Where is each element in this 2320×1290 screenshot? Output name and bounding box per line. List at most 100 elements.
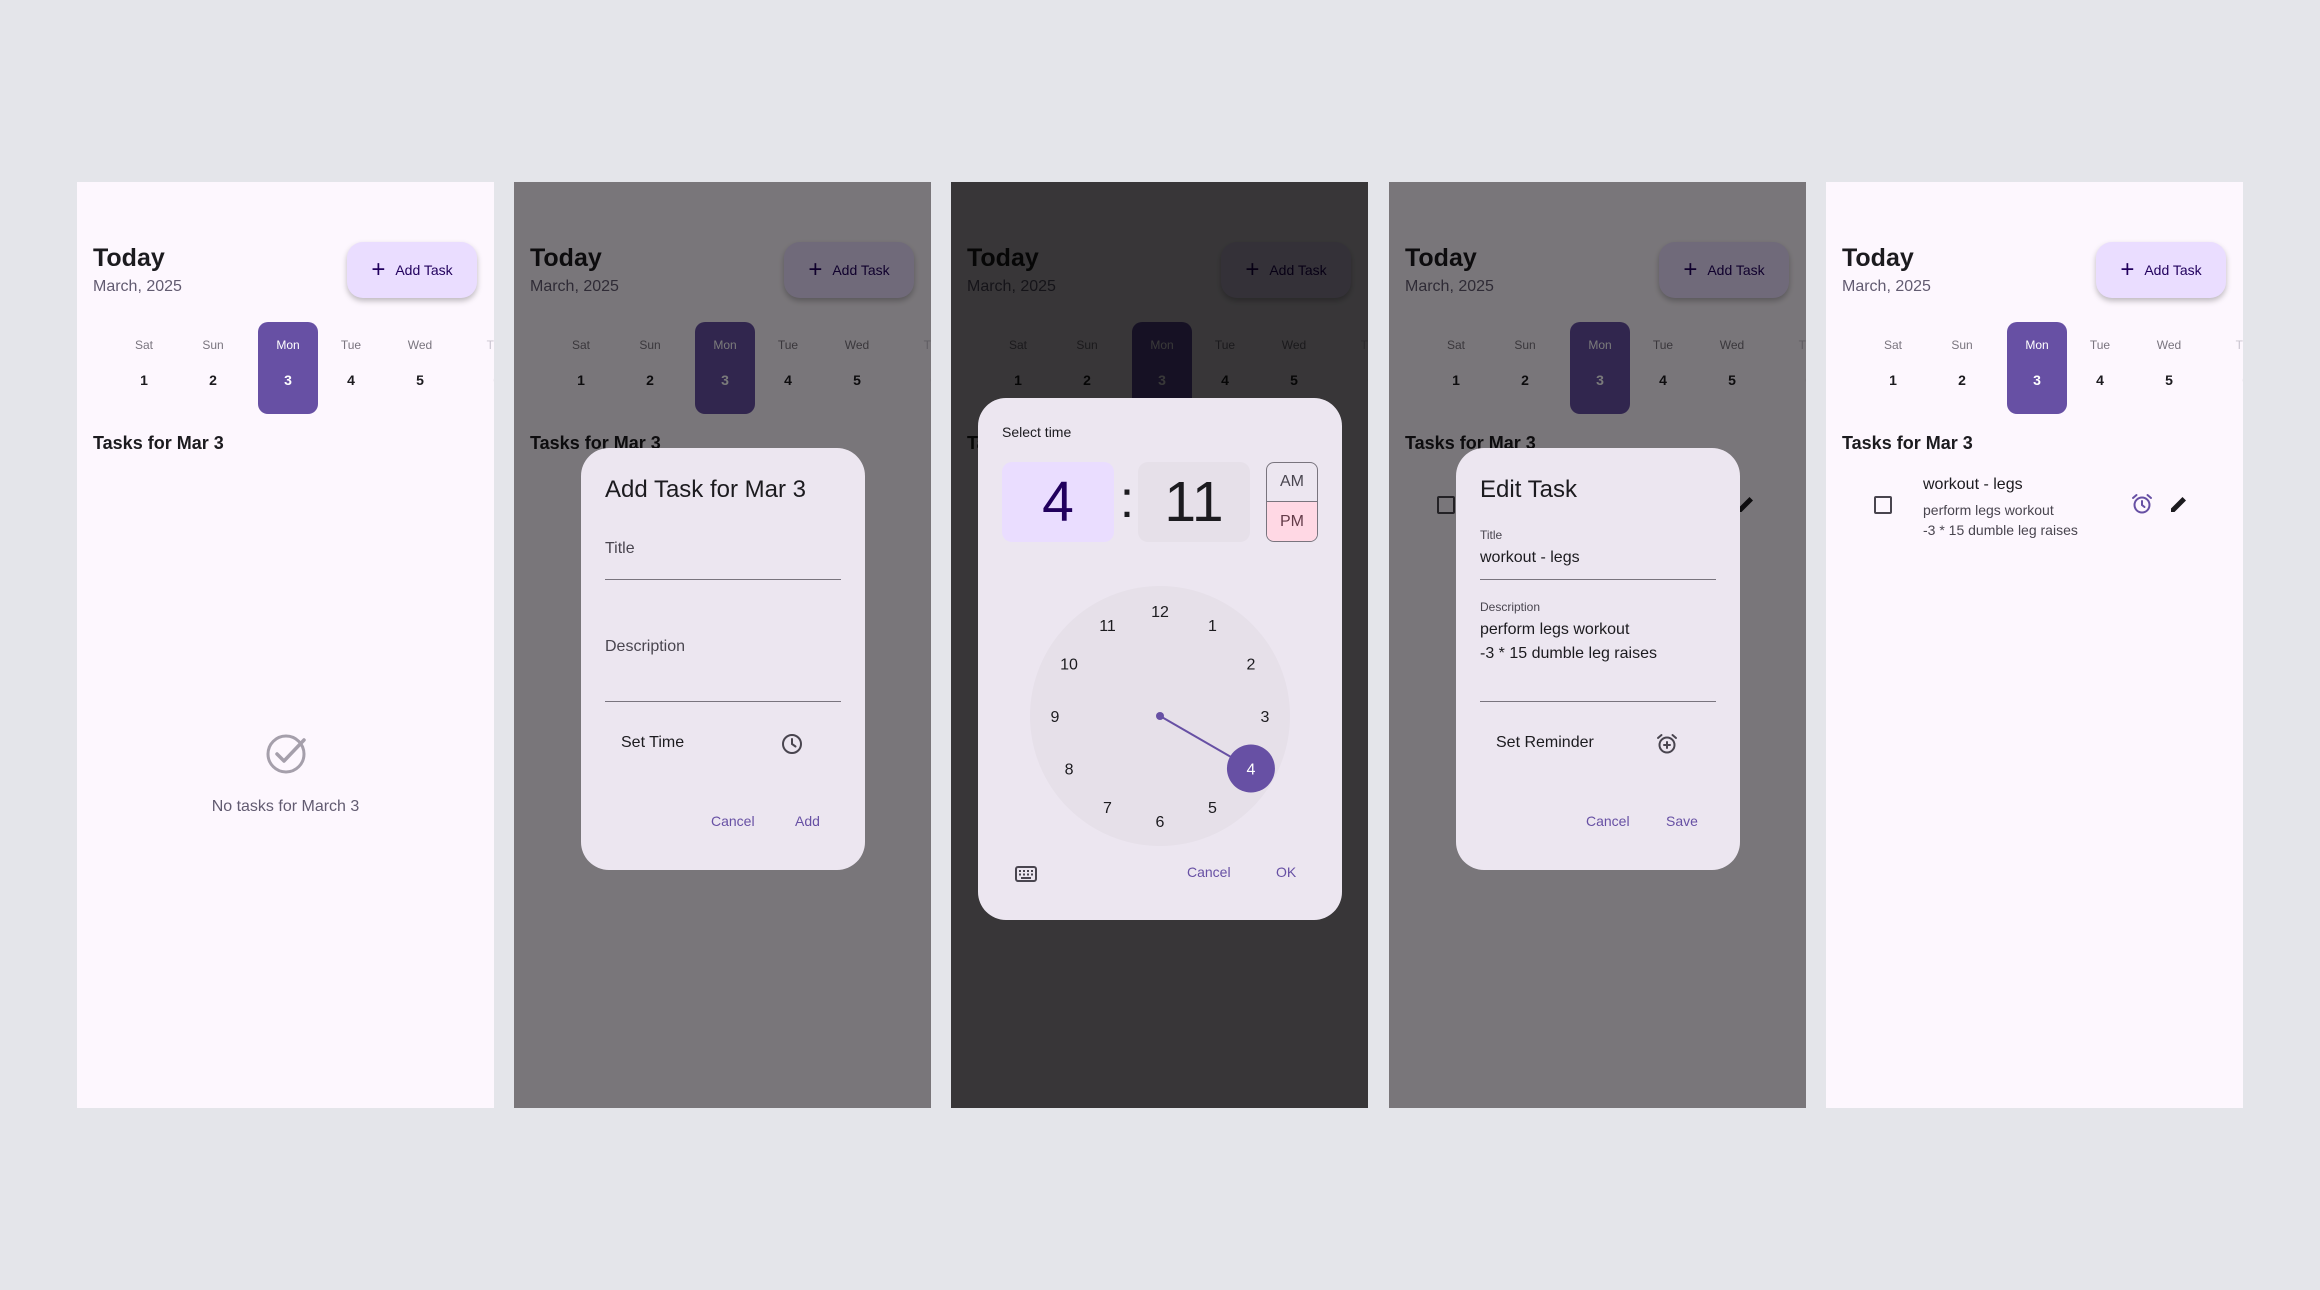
day-item-sun[interactable]: Sun 2: [1932, 322, 1992, 414]
am-option[interactable]: AM: [1267, 463, 1317, 502]
day-date: 4: [2096, 372, 2104, 388]
day-date: 6: [2216, 372, 2243, 388]
day-name: Mon: [2025, 338, 2049, 352]
dial-number[interactable]: 4: [1246, 762, 1255, 779]
dial-number[interactable]: 8: [1065, 762, 1074, 779]
day-item-sun[interactable]: Sun 2: [183, 322, 243, 414]
task-checkbox[interactable]: [1874, 496, 1892, 514]
pm-option[interactable]: PM: [1267, 502, 1317, 541]
time-separator: :: [1119, 471, 1135, 529]
day-name: Sat: [1883, 338, 1902, 352]
edit-task-dialog: Edit Task Title workout - legs Descripti…: [1456, 448, 1740, 870]
day-item-tue[interactable]: Tue 4: [321, 322, 381, 414]
day-item-tue[interactable]: Tue 4: [2070, 322, 2130, 414]
day-item-thu[interactable]: Thu 6: [2216, 322, 2243, 414]
screen-empty-tasks: Today March, 2025 + Add Task Fri 28 Sat 1 Su…: [77, 182, 494, 1108]
day-name: Thu: [486, 338, 494, 352]
cancel-button[interactable]: Cancel: [1187, 864, 1231, 880]
day-date: 6: [467, 372, 494, 388]
day-item-fri[interactable]: Fri 28: [1826, 322, 1848, 414]
add-button[interactable]: Add: [795, 813, 820, 829]
add-task-button[interactable]: + Add Task: [347, 242, 477, 298]
title-field-value: workout - legs: [1480, 549, 1580, 566]
day-item-mon[interactable]: Mon 3: [258, 322, 318, 414]
section-title: Tasks for Mar 3: [93, 433, 224, 453]
day-date: 5: [416, 372, 424, 388]
description-field[interactable]: Description perform legs workout -3 * 15…: [1480, 600, 1716, 702]
day-name: Mon: [276, 338, 300, 352]
day-name: Wed: [2156, 338, 2182, 352]
day-date: 5: [2165, 372, 2173, 388]
dial-number[interactable]: 10: [1060, 657, 1078, 674]
page-title: Today: [1842, 244, 1914, 272]
day-item-fri[interactable]: Fri 28: [77, 322, 99, 414]
keyboard-icon[interactable]: [1014, 862, 1038, 886]
dial-number[interactable]: 9: [1051, 709, 1060, 726]
am-pm-toggle: AM PM: [1266, 462, 1318, 542]
dial-number[interactable]: 11: [1099, 618, 1116, 635]
dial-number[interactable]: 7: [1103, 800, 1112, 817]
description-field[interactable]: Description: [605, 636, 841, 702]
day-item-wed[interactable]: Wed 5: [390, 322, 450, 414]
day-strip: Fri 28 Sat 1 Sun 2 Mon 3 Tue 4 Wed 5 Thu 6: [77, 322, 494, 414]
day-date: 2: [209, 372, 217, 388]
page-subtitle: March, 2025: [93, 278, 182, 295]
day-date: 28: [77, 372, 99, 388]
dial-number[interactable]: 5: [1208, 800, 1217, 817]
clock-dial[interactable]: 121234567891011: [1030, 586, 1290, 846]
description-field-value: perform legs workout -3 * 15 dumble leg …: [1480, 621, 1657, 662]
description-placeholder: Description: [605, 638, 686, 655]
day-item-wed[interactable]: Wed 5: [2139, 322, 2199, 414]
clock-icon[interactable]: [780, 732, 804, 756]
description-field-label: Description: [1480, 600, 1541, 614]
day-item-sat[interactable]: Sat 1: [1863, 322, 1923, 414]
alarm-add-icon[interactable]: [1655, 732, 1679, 756]
ok-button[interactable]: OK: [1276, 864, 1296, 880]
dialog-title: Add Task for Mar 3: [605, 476, 806, 503]
dialog-title: Edit Task: [1480, 476, 1577, 503]
screen-task-list: Today March, 2025 + Add Task Fri 28 Sat 1 Su…: [1826, 182, 2243, 1108]
day-item-sat[interactable]: Sat 1: [114, 322, 174, 414]
add-task-label: Add Task: [2144, 262, 2202, 278]
day-date: 28: [1826, 372, 1848, 388]
minute-selector[interactable]: 11: [1138, 462, 1250, 542]
day-date: 2: [1958, 372, 1966, 388]
hour-selector[interactable]: 4: [1002, 462, 1114, 542]
screen-add-task: Today March, 2025 + Add Task Fri28Sat1Su…: [514, 182, 931, 1108]
save-button[interactable]: Save: [1666, 813, 1698, 829]
add-task-button[interactable]: + Add Task: [2096, 242, 2226, 298]
day-name: Sun: [1951, 338, 1973, 352]
alarm-icon[interactable]: [2130, 492, 2154, 516]
cancel-button[interactable]: Cancel: [711, 813, 755, 829]
page-title: Today: [93, 244, 165, 272]
day-date: 1: [1889, 372, 1897, 388]
day-name: Fri: [1826, 338, 1848, 352]
dial-number[interactable]: 12: [1151, 604, 1169, 621]
day-name: Fri: [77, 338, 99, 352]
cancel-button[interactable]: Cancel: [1586, 813, 1630, 829]
title-placeholder: Title: [605, 540, 635, 557]
set-reminder-label[interactable]: Set Reminder: [1496, 734, 1594, 752]
day-name: Thu: [2235, 338, 2243, 352]
task-title: workout - legs: [1923, 476, 2023, 493]
dial-number[interactable]: 3: [1261, 709, 1270, 726]
day-date: 3: [284, 372, 292, 388]
plus-icon: +: [2120, 256, 2135, 283]
day-item-mon[interactable]: Mon 3: [2007, 322, 2067, 414]
section-title: Tasks for Mar 3: [1842, 433, 1973, 453]
add-task-dialog: Add Task for Mar 3 Title Description Set…: [581, 448, 865, 870]
set-time-label[interactable]: Set Time: [621, 734, 684, 752]
day-name: Sun: [202, 338, 224, 352]
title-field[interactable]: Title: [605, 538, 841, 580]
edit-icon[interactable]: [2167, 492, 2191, 516]
day-date: 1: [140, 372, 148, 388]
dial-number[interactable]: 2: [1246, 657, 1255, 674]
screen-edit-task: Today March, 2025 + Add Task Fri28Sat1Su…: [1389, 182, 1806, 1108]
empty-state-message: No tasks for March 3: [211, 798, 360, 815]
clock-center: [1156, 712, 1164, 720]
day-item-thu[interactable]: Thu 6: [467, 322, 494, 414]
dial-number[interactable]: 6: [1156, 814, 1165, 831]
check-circle-icon: [266, 734, 306, 774]
dial-number[interactable]: 1: [1208, 618, 1217, 635]
title-field[interactable]: Title workout - legs: [1480, 528, 1716, 580]
